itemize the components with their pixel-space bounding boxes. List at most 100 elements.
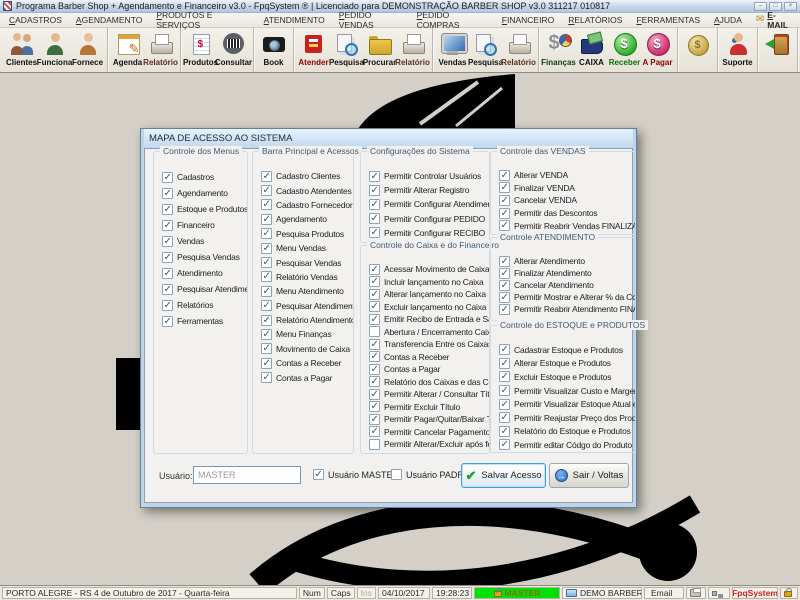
checkbox-box[interactable] [499,170,510,181]
permission-row-financeiro[interactable]: Financeiro [154,217,247,233]
toolbar-procurar-button[interactable]: Procurar [363,29,396,67]
toolbar-book-button[interactable]: Book [257,29,290,67]
permission-row-finalizar-atendimento[interactable]: Finalizar Atendimento [491,267,635,279]
toolbar-receber-button[interactable]: Receber [608,29,641,67]
permission-row-cancelar-venda[interactable]: Cancelar VENDA [491,194,635,207]
permission-row-relatorio-do-estoque-e-produtos[interactable]: Relatório do Estoque e Produtos [491,425,635,439]
checkbox-box[interactable] [499,344,510,355]
permission-row-alterar-atendimento[interactable]: Alterar Atendimento [491,255,635,267]
permission-row-ferramentas[interactable]: Ferramentas [154,313,247,329]
checkbox-box[interactable] [369,364,380,375]
permission-row-permitir-excluir-titulo[interactable]: Permitir Excluir Título [361,401,489,414]
checkbox-box[interactable] [499,439,510,450]
permission-row-cadastros[interactable]: Cadastros [154,169,247,185]
checkbox-box[interactable] [261,214,272,225]
permission-row-permitir-alterar-registro[interactable]: Permitir Alterar Registro [361,183,489,197]
checkbox-box[interactable] [261,329,272,340]
checkbox-box[interactable] [261,243,272,254]
permission-row-permitir-visualizar-estoque-atual-e-minimo[interactable]: Permitir Visualizar Estoque Atual e Mini… [491,397,635,411]
checkbox-box[interactable] [499,385,510,396]
permission-row-acessar-movimento-de-caixa[interactable]: Acessar Movimento de Caixa [361,263,489,276]
menu-item-cadastros[interactable]: CADASTROS [2,14,69,26]
permission-row-estoque-e-produtos[interactable]: Estoque e Produtos [154,201,247,217]
user-input[interactable] [193,466,301,484]
permission-row-contas-a-pagar[interactable]: Contas a Pagar [361,363,489,376]
permission-row-relatorio-atendimento[interactable]: Relatório Atendimento [253,313,353,327]
checkbox-box[interactable] [369,376,380,387]
permission-row-cadastro-fornecedor[interactable]: Cadastro Fornecedor [253,198,353,212]
permission-row-permitir-mostrar-e-alterar-da-comissao[interactable]: Permitir Mostrar e Alterar % da Comissão [491,291,635,303]
checkbox-box[interactable] [162,236,173,247]
checkbox-box[interactable] [369,401,380,412]
checkbox-box[interactable] [369,326,380,337]
checkbox-box[interactable] [499,358,510,369]
permission-row-alterar-lancamento-no-caixa[interactable]: Alterar lançamento no Caixa [361,288,489,301]
menu-item-ajuda[interactable]: AJUDA [707,14,749,26]
permission-row-finalizar-venda[interactable]: Finalizar VENDA [491,182,635,195]
permission-row-cadastro-clientes[interactable]: Cadastro Clientes [253,169,353,183]
checkbox-box[interactable] [499,399,510,410]
permission-row-pesquisa-produtos[interactable]: Pesquisa Produtos [253,227,353,241]
checkbox-box[interactable] [261,358,272,369]
permission-row-menu-vendas[interactable]: Menu Vendas [253,241,353,255]
checkbox-box[interactable] [369,171,380,182]
checkbox-box[interactable] [369,264,380,275]
toolbar-a-pagar-button[interactable]: A Pagar [641,29,674,67]
permission-row-movimento-de-caixa[interactable]: Movimento de Caixa [253,342,353,356]
checkbox-box[interactable] [162,220,173,231]
menu-item-agendamento[interactable]: AGENDAMENTO [69,14,149,26]
checkbox-box[interactable] [313,469,324,480]
permission-row-relatorios[interactable]: Relatórios [154,297,247,313]
checkbox-box[interactable] [369,213,380,224]
toolbar-pesquisa-button[interactable]: Pesquisa [469,29,502,67]
permission-row-alterar-estoque-e-produtos[interactable]: Alterar Estoque e Produtos [491,357,635,371]
checkbox-box[interactable] [369,351,380,362]
permission-row-pesquisar-atendimento[interactable]: Pesquisar Atendimento [253,299,353,313]
toolbar-fornece-button[interactable]: Fornece [71,29,104,67]
permission-row-cadastrar-estoque-e-produtos[interactable]: Cadastrar Estoque e Produtos [491,343,635,357]
save-access-button[interactable]: ✔ Salvar Acesso [461,463,546,488]
checkbox-box[interactable] [369,289,380,300]
toolbar-exit-door-button[interactable] [761,29,794,58]
permission-row-permitir-editar-codgo-do-produto[interactable]: Permitir editar Códgo do Produto [491,438,635,452]
permission-row-relatorio-dos-caixas-e-das-contas[interactable]: Relatório dos Caixas e das Contas [361,376,489,389]
checkbox-box[interactable] [162,172,173,183]
toolbar-vendas-button[interactable]: Vendas [436,29,469,67]
checkbox-usuario-master[interactable]: Usuário MASTER [313,469,399,480]
checkbox-box[interactable] [261,372,272,383]
permission-row-menu-financas[interactable]: Menu Finanças [253,327,353,341]
menu-item-atendimento[interactable]: ATENDIMENTO [257,14,332,26]
permission-row-alterar-venda[interactable]: Alterar VENDA [491,169,635,182]
checkbox-box[interactable] [162,284,173,295]
checkbox-box[interactable] [369,301,380,312]
checkbox-box[interactable] [261,185,272,196]
checkbox-box[interactable] [261,300,272,311]
checkbox-box[interactable] [162,316,173,327]
toolbar-relatorio-button[interactable]: Relatório [502,29,535,67]
checkbox-box[interactable] [391,469,402,480]
permission-row-permitir-alterar-excluir-apos-fechamento[interactable]: Permitir Alterar/Excluir após fechamento [361,438,489,451]
checkbox-box[interactable] [499,268,510,279]
permission-row-menu-atendimento[interactable]: Menu Atendimento [253,284,353,298]
checkbox-box[interactable] [369,439,380,450]
toolbar-atender-button[interactable]: Atender [297,29,330,67]
checkbox-box[interactable] [261,171,272,182]
permission-row-excluir-estoque-e-produtos[interactable]: Excluir Estoque e Produtos [491,370,635,384]
toolbar-agenda-button[interactable]: Agenda [111,29,144,67]
checkbox-box[interactable] [499,220,510,231]
checkbox-box[interactable] [499,292,510,303]
permission-row-cancelar-atendimento[interactable]: Cancelar Atendimento [491,279,635,291]
permission-row-permitir-reajustar-preco-dos-produtos[interactable]: Permitir Reajustar Preço dos Produtos [491,411,635,425]
permission-row-atendimento[interactable]: Atendimento [154,265,247,281]
permission-row-contas-a-pagar[interactable]: Contas a Pagar [253,370,353,384]
checkbox-box[interactable] [261,271,272,282]
checkbox-box[interactable] [499,182,510,193]
toolbar-coin-button[interactable] [681,29,714,58]
checkbox-box[interactable] [369,314,380,325]
checkbox-box[interactable] [369,426,380,437]
permission-row-vendas[interactable]: Vendas [154,233,247,249]
checkbox-box[interactable] [499,256,510,267]
permission-row-permitir-configurar-atendimento[interactable]: Permitir Configurar Atendimento [361,197,489,211]
checkbox-box[interactable] [369,227,380,238]
permission-row-permitir-reabrir-vendas-finalizadas[interactable]: Permitir Reabrir Vendas FINALIZADAS [491,219,635,232]
